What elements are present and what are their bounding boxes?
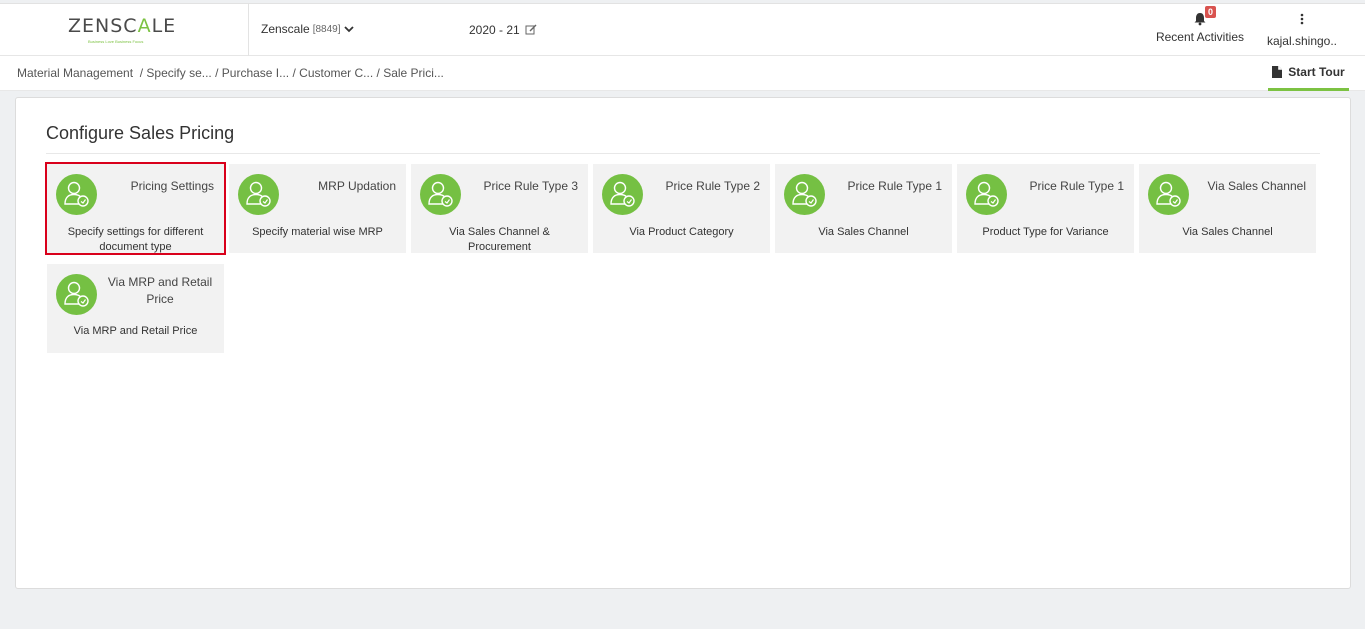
breadcrumb-item-customer[interactable]: / Customer C... xyxy=(293,66,374,80)
breadcrumb-item-material-management[interactable]: Material Management xyxy=(17,66,133,80)
title-divider xyxy=(46,153,1320,154)
pricing-card[interactable]: Pricing Settings Specify settings for dif… xyxy=(45,162,226,255)
pricing-card[interactable]: Via Sales Channel Via Sales Channel xyxy=(1139,164,1316,253)
card-description: Via Product Category xyxy=(629,226,734,238)
card-description: Via Sales Channel xyxy=(1182,226,1273,238)
card-description: Via Sales Channel & Procurement xyxy=(449,226,550,253)
start-tour-button[interactable]: Start Tour xyxy=(1268,56,1349,91)
pricing-card[interactable]: Price Rule Type 1 Via Sales Channel xyxy=(775,164,952,253)
user-settings-icon xyxy=(1148,174,1189,215)
card-title: Price Rule Type 1 xyxy=(1029,179,1125,193)
notification-count-badge: 0 xyxy=(1205,6,1217,18)
user-menu[interactable]: kajal.shingo.. xyxy=(1262,12,1342,48)
card-description: Via MRP and Retail Price xyxy=(73,325,198,337)
card-description: Via Sales Channel xyxy=(818,226,909,238)
card-title: MRP Updation xyxy=(318,179,396,193)
logo-tagline: Business Love Business Focus xyxy=(88,39,144,44)
card-title: Price Rule Type 2 xyxy=(665,179,761,193)
breadcrumb-item-purchase[interactable]: / Purchase I... xyxy=(215,66,289,80)
chevron-down-icon xyxy=(343,26,354,33)
recent-activities-label: Recent Activities xyxy=(1155,30,1245,44)
card-title: Price Rule Type 1 xyxy=(847,179,943,193)
zenscale-logo[interactable]: ZENSCALE Business Love Business Focus xyxy=(68,15,183,47)
user-settings-icon xyxy=(56,174,97,215)
breadcrumb-bar: Material Management / Specify se... / Pu… xyxy=(0,56,1365,91)
fiscal-year-selector[interactable]: 2020 - 21 xyxy=(469,23,537,37)
company-selector[interactable]: Zenscale [8849] xyxy=(261,22,354,36)
company-code: [8849] xyxy=(312,23,341,35)
card-description: Product Type for Variance xyxy=(982,226,1109,238)
user-settings-icon xyxy=(966,174,1007,215)
pricing-card[interactable]: MRP Updation Specify material wise MRP xyxy=(229,164,406,253)
document-icon xyxy=(1272,66,1283,78)
user-settings-icon xyxy=(420,174,461,215)
pricing-card[interactable]: Price Rule Type 2 Via Product Category xyxy=(593,164,770,253)
start-tour-label: Start Tour xyxy=(1288,65,1345,79)
card-title: Via MRP and Retail Price xyxy=(107,275,213,306)
card-title: Pricing Settings xyxy=(130,179,214,193)
page-title: Configure Sales Pricing xyxy=(46,123,235,143)
user-settings-icon xyxy=(602,174,643,215)
breadcrumb: Material Management / Specify se... / Pu… xyxy=(17,66,444,80)
pricing-card[interactable]: Price Rule Type 1 Product Type for Varian… xyxy=(957,164,1134,253)
recent-activities-button[interactable]: 0 Recent Activities xyxy=(1150,6,1250,44)
pricing-card[interactable]: Price Rule Type 3 Via Sales Channel & Pro… xyxy=(411,164,588,253)
fiscal-year-value: 2020 - 21 xyxy=(469,23,520,37)
card-title: Price Rule Type 3 xyxy=(483,179,579,193)
user-settings-icon xyxy=(784,174,825,215)
user-settings-icon xyxy=(238,174,279,215)
card-title: Via Sales Channel xyxy=(1207,179,1306,193)
more-vertical-icon xyxy=(1300,13,1304,25)
company-name: Zenscale xyxy=(261,22,310,36)
breadcrumb-item-specify-settings[interactable]: / Specify se... xyxy=(140,66,212,80)
pricing-card[interactable]: Via MRP and Retail Price Via MRP and Reta… xyxy=(47,264,224,353)
user-name: kajal.shingo.. xyxy=(1266,34,1338,48)
top-bar: ZENSCALE Business Love Business Focus Ze… xyxy=(0,3,1365,56)
main-panel: Configure Sales Pricing Pricing Settings… xyxy=(15,97,1351,589)
card-description: Specify material wise MRP xyxy=(252,226,383,238)
breadcrumb-item-sale-pricing[interactable]: / Sale Prici... xyxy=(377,66,444,80)
edit-icon[interactable] xyxy=(525,24,537,36)
card-description: Specify settings for different document … xyxy=(67,226,204,253)
user-settings-icon xyxy=(56,274,97,315)
header-divider xyxy=(248,4,249,56)
